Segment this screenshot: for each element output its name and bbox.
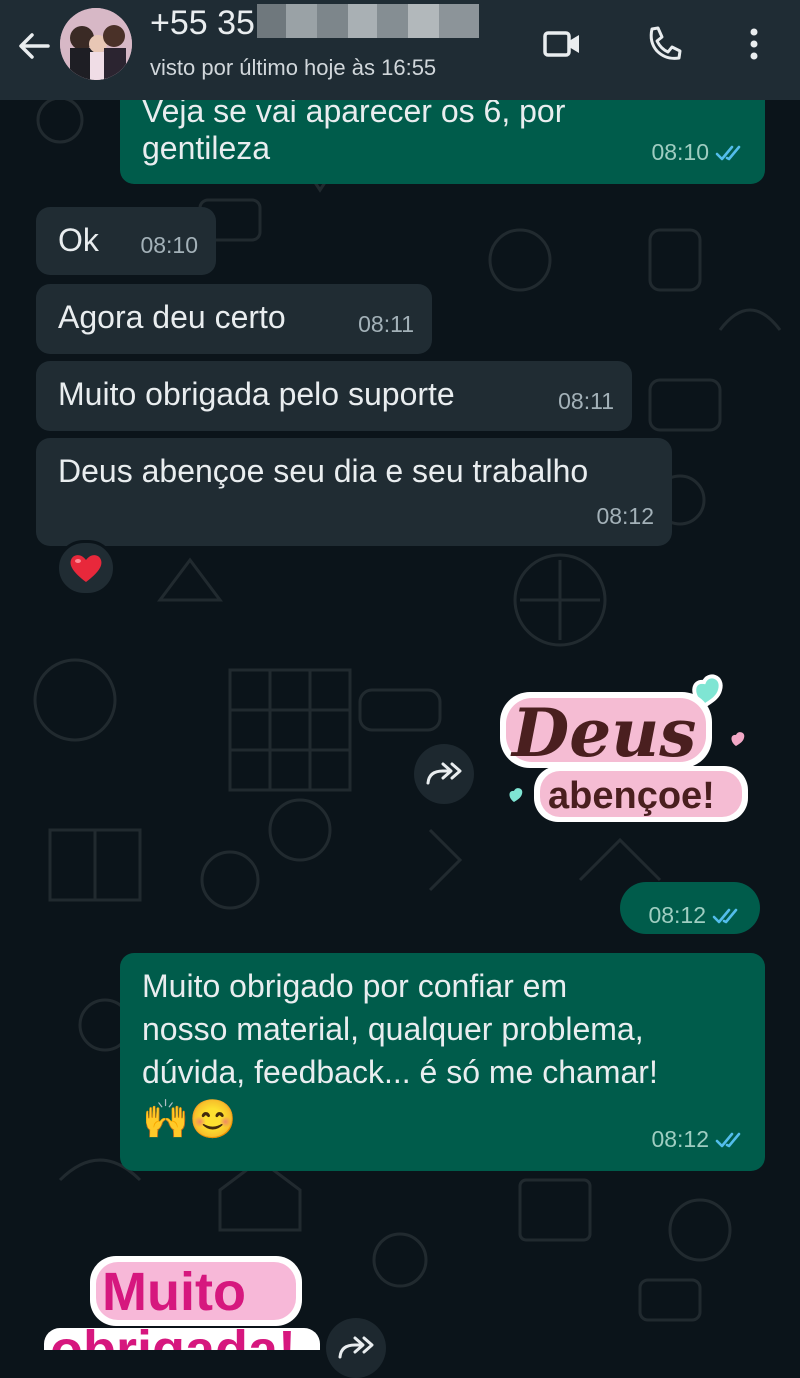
red-heart-icon (70, 555, 102, 582)
message-reaction[interactable] (56, 540, 116, 596)
message-time: 08:11 (358, 311, 414, 337)
video-call-button[interactable] (540, 22, 584, 66)
message-time-text: 08:12 (648, 902, 706, 928)
chat-header: +55 35 visto por último hoje às 16:55 (0, 0, 800, 100)
contact-name[interactable]: +55 35 (150, 4, 479, 43)
message-time: 08:10 (651, 131, 747, 174)
message-time-text: 08:12 (651, 1126, 709, 1152)
double-check-icon (715, 145, 741, 161)
message-time: 08:11 (558, 388, 614, 414)
message-time: 08:12 (596, 503, 654, 529)
voice-call-button[interactable] (642, 22, 686, 66)
forward-button[interactable] (414, 744, 474, 804)
last-seen-status: visto por último hoje às 16:55 (150, 55, 437, 80)
forward-icon (338, 1336, 374, 1359)
double-check-icon (712, 908, 738, 924)
message-text: Agora deu certo (58, 299, 286, 335)
phone-icon (649, 26, 682, 60)
sticker-text-line2: obrigada! (50, 1320, 296, 1350)
forward-icon (426, 762, 462, 785)
message-bubble-incoming[interactable]: Ok 08:10 (36, 207, 216, 275)
message-bubble-outgoing[interactable]: Muito obrigado por confiar em nosso mate… (120, 953, 765, 1171)
contact-avatar[interactable] (60, 8, 132, 80)
avatar-photo (60, 8, 132, 80)
message-text: Ok (58, 222, 99, 258)
more-vert-icon (750, 28, 758, 60)
contact-name-text: +55 35 (150, 4, 255, 42)
message-emoji: 🙌😊 (142, 1099, 237, 1141)
message-text: Muito obrigado por confiar em (142, 968, 568, 1004)
message-text: Deus abençoe seu dia e seu trabalho (58, 453, 589, 489)
sticker-time-badge: 08:12 (620, 882, 760, 934)
more-options-button[interactable] (732, 22, 776, 66)
message-text: gentileza (142, 130, 271, 166)
back-arrow-icon (19, 33, 50, 59)
double-check-icon (715, 1132, 741, 1148)
message-bubble-incoming[interactable]: Deus abençoe seu dia e seu trabalho 08:1… (36, 438, 672, 546)
message-bubble-incoming[interactable]: Muito obrigada pelo suporte 08:11 (36, 361, 632, 431)
video-call-icon (543, 31, 579, 57)
message-time: 08:10 (140, 232, 198, 258)
forward-button[interactable] (326, 1318, 386, 1378)
message-text: nosso material, qualquer problema, (142, 1011, 644, 1047)
sticker-deus-abencoe[interactable]: Deus abençoe! (494, 668, 766, 830)
sticker-text-line1: Deus (510, 694, 696, 772)
message-time-text: 08:10 (651, 139, 709, 165)
redacted-number (256, 4, 479, 38)
message-text: Muito obrigada pelo suporte (58, 376, 455, 412)
message-time: 08:12 (648, 894, 744, 937)
sticker-text-line1: Muito (102, 1262, 246, 1322)
message-bubble-incoming[interactable]: Agora deu certo 08:11 (36, 284, 432, 354)
message-text: dúvida, feedback... é só me chamar! (142, 1054, 658, 1090)
sticker-text-line2: abençoe! (548, 775, 715, 817)
back-button[interactable] (14, 26, 54, 66)
sticker-muito-obrigada[interactable]: Muito obrigada! (40, 1250, 320, 1350)
message-time: 08:12 (651, 1118, 747, 1161)
